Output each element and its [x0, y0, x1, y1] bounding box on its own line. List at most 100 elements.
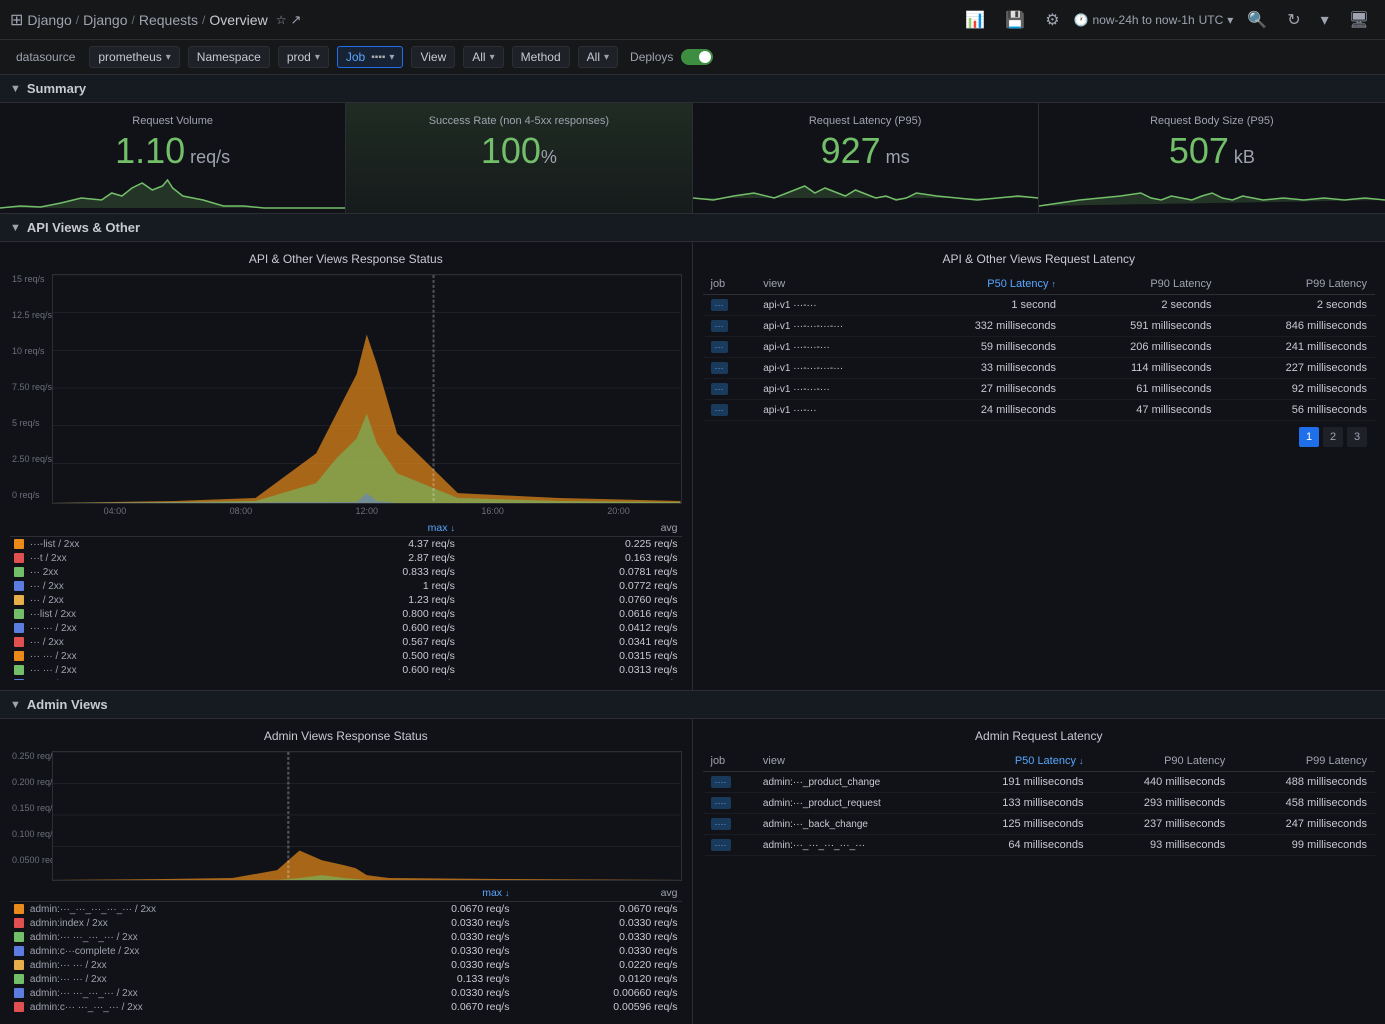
page-3-btn[interactable]: 3 [1347, 427, 1367, 447]
admin-legend-max-0: 0.0670 req/s [359, 902, 513, 917]
api-p50-cell-3: 33 milliseconds [909, 358, 1064, 379]
admin-legend-max-6: 0.0330 req/s [359, 986, 513, 1000]
success-rate-unit: % [541, 147, 557, 167]
refresh-icon-btn[interactable]: ↻ [1281, 8, 1306, 32]
admin-legend-table: max ↓ avg admin:···_···_···_···_··· / 2x… [10, 885, 682, 1014]
api-legend-max-1: 2.87 req/s [256, 551, 459, 565]
star-icon[interactable]: ☆ [276, 13, 287, 27]
admin-legend-max-4: 0.0330 req/s [359, 958, 513, 972]
request-latency-value: 927 ms [709, 133, 1022, 169]
admin-view-cell-2: admin:···_back_change [755, 814, 950, 835]
admin-legend-row: admin:index / 2xx 0.0330 req/s 0.0330 re… [10, 916, 682, 930]
request-body-value: 507 kB [1055, 133, 1369, 169]
api-col-p90[interactable]: P90 Latency [1064, 274, 1219, 295]
namespace-selector[interactable]: Namespace [188, 46, 270, 68]
app-grid-icon[interactable]: ⊞ [10, 10, 23, 30]
api-views-title: API Views & Other [27, 220, 140, 235]
api-job-cell-0: ··· [703, 295, 756, 316]
y-label-3: 7.50 req/s [12, 382, 52, 392]
method-selector[interactable]: Method [512, 46, 570, 68]
admin-legend-label-0: admin:···_···_···_···_··· / 2xx [10, 902, 359, 917]
api-legend-avg-9: 0.0313 req/s [459, 663, 682, 677]
x-label-0: 04:00 [104, 506, 127, 516]
breadcrumb-requests[interactable]: Requests [139, 12, 198, 28]
admin-col-p50[interactable]: P50 Latency ↓ [950, 751, 1092, 772]
x-label-1: 08:00 [230, 506, 253, 516]
admin-legend-avg-5: 0.0120 req/s [513, 972, 681, 986]
admin-p99-cell-2: 247 milliseconds [1233, 814, 1375, 835]
api-legend-avg-1: 0.163 req/s [459, 551, 682, 565]
share-icon[interactable]: ↗ [290, 12, 301, 28]
admin-col-p99[interactable]: P99 Latency [1233, 751, 1375, 772]
time-label[interactable]: now-24h to now-1h [1093, 13, 1195, 27]
api-legend-max-0: 4.37 req/s [256, 537, 459, 552]
page-1-btn[interactable]: 1 [1299, 427, 1319, 447]
admin-col-job[interactable]: job [703, 751, 755, 772]
api-latency-row: ··· api-v1 ···-···-··· 59 milliseconds 2… [703, 337, 1376, 358]
api-p99-cell-4: 92 milliseconds [1220, 379, 1376, 400]
job-selector[interactable]: Job ▪▪▪▪ ▾ [337, 46, 404, 68]
chart-icon-btn[interactable]: 📊 [959, 8, 991, 32]
api-legend-label: ··· ··· / 2xx [10, 621, 256, 635]
admin-p90-cell-0: 440 milliseconds [1092, 772, 1234, 793]
admin-color-swatch-4 [14, 960, 24, 970]
legend-color-swatch-7 [14, 637, 24, 647]
api-legend-avg-3: 0.0772 req/s [459, 579, 682, 593]
chevron-down-btn[interactable]: ▾ [1315, 8, 1335, 32]
settings-icon-btn[interactable]: ⚙ [1039, 8, 1065, 32]
breadcrumb-django1[interactable]: Django [27, 12, 71, 28]
admin-legend-container: max ↓ avg admin:···_···_···_···_··· / 2x… [10, 885, 682, 1014]
view-selector[interactable]: View [411, 46, 455, 68]
prometheus-selector[interactable]: prometheus ▾ [89, 46, 179, 68]
admin-legend-row: admin:··· ··· / 2xx 0.133 req/s 0.0120 r… [10, 972, 682, 986]
tv-icon-btn[interactable]: 🖥 [1343, 8, 1375, 32]
job-label: Job [346, 50, 365, 64]
success-rate-title: Success Rate (non 4-5xx responses) [362, 115, 675, 127]
api-legend-row: ··· 2xx 0.833 req/s 0.0781 req/s [10, 565, 682, 579]
toolbar: datasource prometheus ▾ Namespace prod ▾… [0, 40, 1385, 75]
topbar: ⊞ Django / Django / Requests / Overview … [0, 0, 1385, 40]
admin-latency-table: job view P50 Latency ↓ P90 Latency P99 L… [703, 751, 1376, 856]
all2-selector[interactable]: All ▾ [578, 46, 618, 68]
api-views-section-header[interactable]: ▼ API Views & Other [0, 214, 1385, 242]
admin-legend-row: admin:··· ···_···_··· / 2xx 0.0330 req/s… [10, 930, 682, 944]
y-label-6: 0 req/s [12, 490, 52, 500]
api-col-p99[interactable]: P99 Latency [1220, 274, 1376, 295]
admin-col-view[interactable]: view [755, 751, 950, 772]
summary-section-header[interactable]: ▼ Summary [0, 75, 1385, 103]
api-p50-cell-4: 27 milliseconds [909, 379, 1064, 400]
api-x-labels: 04:00 08:00 12:00 16:00 20:00 [52, 504, 682, 516]
api-views-content: API & Other Views Response Status 15 req… [0, 242, 1385, 691]
admin-legend-col-max[interactable]: max ↓ [359, 885, 513, 902]
save-icon-btn[interactable]: 💾 [999, 8, 1031, 32]
all1-selector[interactable]: All ▾ [463, 46, 503, 68]
admin-legend-label-4: admin:··· ··· / 2xx [10, 958, 359, 972]
page-2-btn[interactable]: 2 [1323, 427, 1343, 447]
api-legend-table: max ↓ avg ···-list / 2xx 4.37 req/s 0.22… [10, 520, 682, 680]
zoom-icon-btn[interactable]: 🔍 [1241, 8, 1273, 32]
legend-col-max[interactable]: max ↓ [256, 520, 459, 537]
api-legend-max-7: 0.567 req/s [256, 635, 459, 649]
admin-view-cell-0: admin:···_product_change [755, 772, 950, 793]
api-legend-label: ···t / 2xx [10, 551, 256, 565]
admin-p90-cell-2: 237 milliseconds [1092, 814, 1234, 835]
api-job-cell-3: ··· [703, 358, 756, 379]
api-p90-cell-2: 206 milliseconds [1064, 337, 1219, 358]
admin-legend-label-3: admin:c···complete / 2xx [10, 944, 359, 958]
api-legend-row: ··· / 2xx 1.23 req/s 0.0760 req/s [10, 593, 682, 607]
api-col-p50[interactable]: P50 Latency ↑ [909, 274, 1064, 295]
prometheus-caret: ▾ [166, 52, 171, 63]
api-latency-table: job view P50 Latency ↑ P90 Latency P99 L… [703, 274, 1376, 421]
admin-job-cell-1: ···· [703, 793, 755, 814]
admin-views-section-header[interactable]: ▼ Admin Views [0, 691, 1385, 719]
api-col-view[interactable]: view [755, 274, 908, 295]
admin-legend-col-avg[interactable]: avg [513, 885, 681, 902]
api-legend-row: ··· ··· / 2xx 0.600 req/s 0.0313 req/s [10, 663, 682, 677]
legend-col-avg[interactable]: avg [459, 520, 682, 537]
request-volume-panel: Request Volume 1.10 req/s [0, 103, 346, 213]
breadcrumb-django2[interactable]: Django [83, 12, 127, 28]
admin-col-p90[interactable]: P90 Latency [1092, 751, 1234, 772]
deploys-toggle[interactable] [681, 49, 713, 65]
prod-selector[interactable]: prod ▾ [278, 46, 329, 68]
api-col-job[interactable]: job [703, 274, 756, 295]
